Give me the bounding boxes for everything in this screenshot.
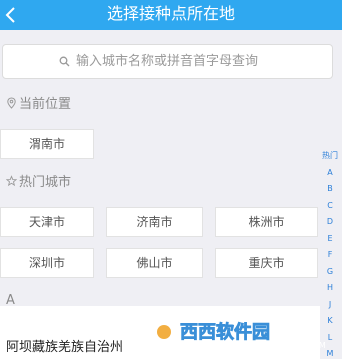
current-location-label: 当前位置 — [19, 97, 72, 112]
star-icon — [6, 175, 17, 187]
hot-city-button[interactable]: 天津市 — [0, 207, 94, 237]
location-pin-icon — [7, 97, 16, 109]
header-bar: 选择接种点所在地 — [0, 0, 342, 30]
index-letter[interactable]: J — [318, 297, 342, 314]
list-item-label: 阿坝藏族羌族自治州 — [6, 340, 124, 355]
index-letter[interactable]: E — [318, 231, 342, 248]
hot-cities-label: 热门城市 — [19, 175, 72, 190]
index-letter[interactable]: A — [318, 165, 342, 182]
search-input[interactable]: 输入城市名称或拼音首字母查询 — [2, 44, 333, 79]
index-letter[interactable]: H — [318, 280, 342, 297]
index-letter[interactable]: F — [318, 247, 342, 264]
index-letter[interactable]: C — [318, 198, 342, 215]
current-location-heading: 当前位置 — [6, 96, 71, 114]
watermark-url: CR173.COM — [278, 341, 326, 350]
search-placeholder: 输入城市名称或拼音首字母查询 — [76, 54, 259, 69]
search-area: 输入城市名称或拼音首字母查询 — [0, 30, 342, 88]
page-title: 选择接种点所在地 — [106, 4, 235, 23]
hot-city-button[interactable]: 株洲市 — [215, 207, 318, 237]
watermark-brand: 西西软件园 — [180, 321, 270, 343]
hot-city-button[interactable]: 深圳市 — [0, 248, 94, 278]
index-letter[interactable]: 热门 — [318, 148, 342, 165]
index-letter[interactable]: G — [318, 264, 342, 281]
hot-city-button[interactable]: 济南市 — [106, 207, 203, 237]
current-city-button[interactable]: 渭南市 — [0, 129, 94, 159]
hot-cities-heading: 热门城市 — [6, 174, 71, 192]
watermark-logo: 西西软件园 CR173.COM — [150, 318, 326, 350]
hot-city-button[interactable]: 佛山市 — [106, 248, 203, 278]
search-icon — [59, 56, 70, 67]
index-letter[interactable]: D — [318, 214, 342, 231]
index-letter[interactable]: B — [318, 181, 342, 198]
hot-city-button[interactable]: 重庆市 — [215, 248, 318, 278]
